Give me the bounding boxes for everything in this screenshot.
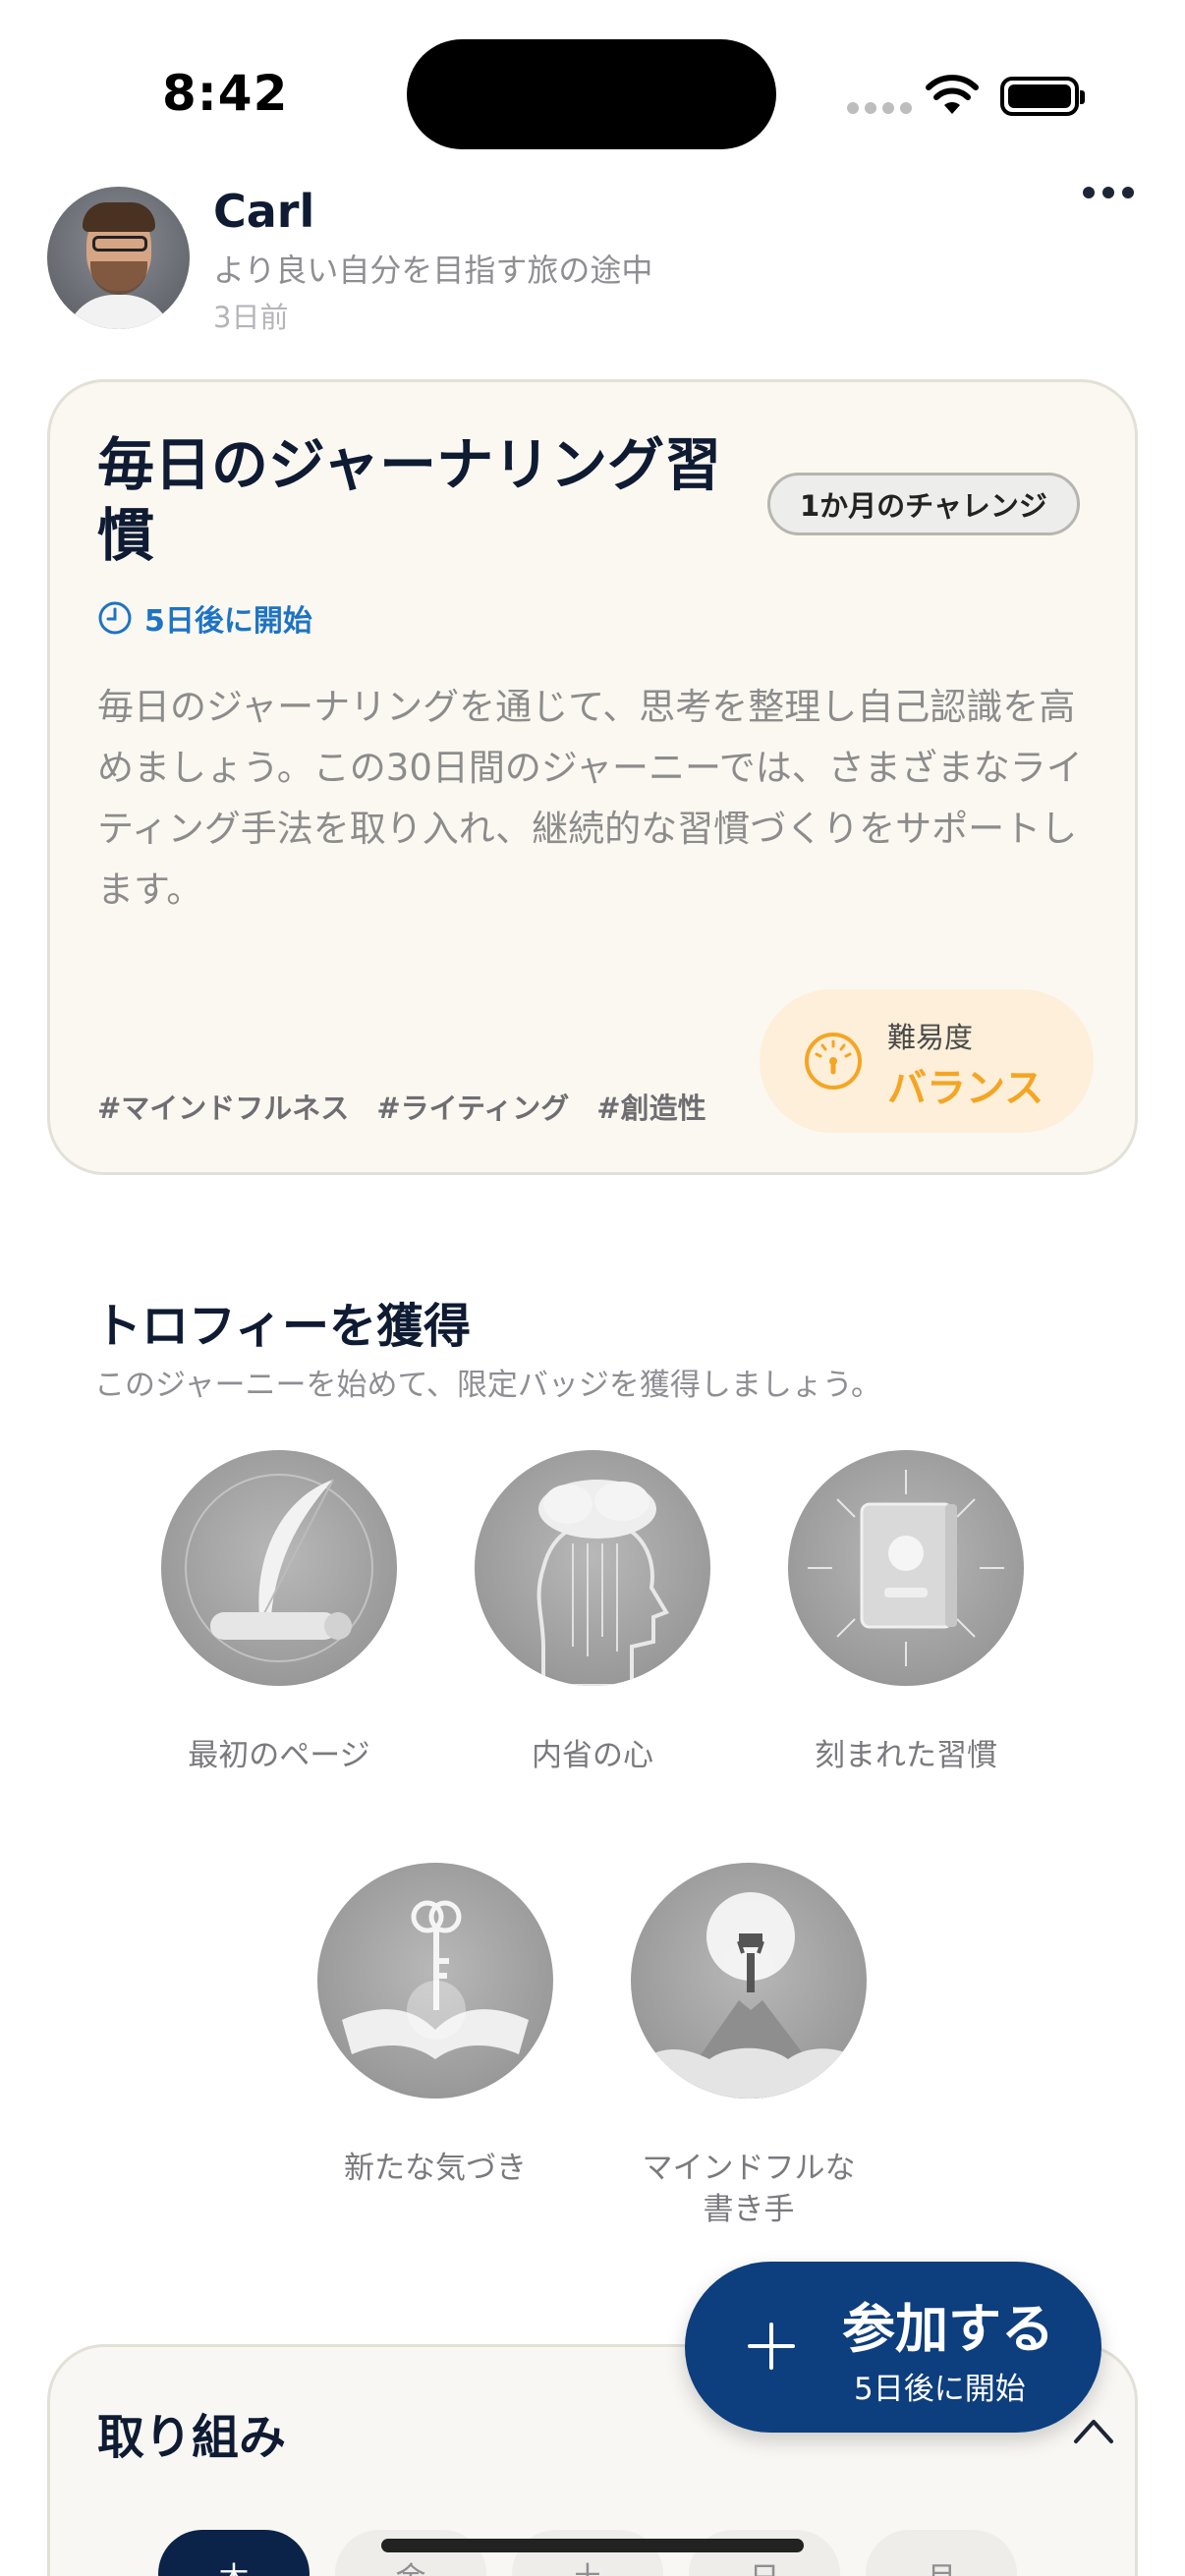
day-tab[interactable]: 木 <box>158 2530 310 2576</box>
day-tab[interactable]: 日 <box>689 2530 840 2576</box>
trophy-item[interactable]: 刻まれた習慣 <box>788 1450 1024 1776</box>
avatar[interactable] <box>47 187 190 329</box>
challenge-description: 毎日のジャーナリングを通じて、思考を整理し自己認識を高めましょう。この30日間の… <box>97 686 1083 911</box>
home-indicator[interactable] <box>381 2539 804 2552</box>
challenge-card: 毎日のジャーナリング習慣 1か月のチャレンジ 5日後に開始 毎日のジャーナリング… <box>47 379 1138 1175</box>
trophy-item[interactable]: 最初のページ <box>161 1450 397 1776</box>
day-tab[interactable]: 月 <box>866 2530 1017 2576</box>
trophy-item[interactable]: 内省の心 <box>475 1450 710 1776</box>
journal-book-icon <box>788 1450 1024 1686</box>
status-bar: 8:42 <box>0 0 1185 167</box>
more-options-icon[interactable] <box>1083 183 1138 202</box>
cellular-signal-icon <box>847 102 912 114</box>
trophy-label: マインドフルな書き手 <box>642 2151 856 2227</box>
chevron-up-icon[interactable] <box>1072 2416 1115 2445</box>
trophy-label: 内省の心 <box>532 1738 653 1773</box>
plus-icon <box>748 2323 795 2370</box>
feather-quill-icon <box>161 1450 397 1686</box>
tag[interactable]: #マインドフルネス <box>97 1086 349 1127</box>
user-tagline: より良い自分を目指す旅の途中 <box>213 252 653 289</box>
trophy-item[interactable]: マインドフルな書き手 <box>631 1863 867 2230</box>
difficulty-value: バランス <box>887 1066 1044 1111</box>
open-book-key-icon <box>317 1863 553 2099</box>
tag-list: #マインドフルネス #ライティング #創造性 <box>97 1086 706 1127</box>
trophy-item[interactable]: 新たな気づき <box>317 1863 553 2189</box>
trophy-label: 刻まれた習慣 <box>815 1738 997 1773</box>
difficulty-label: 難易度 <box>887 1021 974 1054</box>
duration-chip: 1か月のチャレンジ <box>767 473 1080 535</box>
difficulty-badge: 難易度 バランス <box>760 989 1094 1133</box>
day-tab[interactable]: 金 <box>335 2530 486 2576</box>
trophy-label: 新たな気づき <box>344 2151 527 2186</box>
trophy-label: 最初のページ <box>188 1738 370 1773</box>
battery-icon <box>1000 77 1085 116</box>
tag[interactable]: #創造性 <box>596 1086 705 1127</box>
dynamic-island <box>407 39 776 149</box>
day-tab[interactable]: 土 <box>512 2530 663 2576</box>
user-name[interactable]: Carl <box>213 185 314 238</box>
mind-head-icon <box>475 1450 710 1686</box>
summit-figure-icon <box>631 1863 867 2099</box>
status-time: 8:42 <box>162 65 289 122</box>
challenge-title: 毎日のジャーナリング習慣 <box>97 431 722 569</box>
join-label: 参加する <box>842 2298 1054 2360</box>
join-sublabel: 5日後に開始 <box>854 2372 1026 2407</box>
join-button[interactable]: 参加する 5日後に開始 <box>685 2262 1101 2433</box>
start-info: 5日後に開始 <box>97 596 312 640</box>
clock-icon <box>98 601 132 635</box>
post-time: 3日前 <box>213 301 289 334</box>
actions-title: 取り組み <box>97 2410 287 2465</box>
start-text: 5日後に開始 <box>144 604 312 639</box>
trophies-title: トロフィーを獲得 <box>94 1299 472 1354</box>
gauge-icon <box>805 1033 862 1090</box>
trophies-subtitle: このジャーニーを始めて、限定バッジを獲得しましょう。 <box>94 1368 882 1403</box>
tag[interactable]: #ライティング <box>376 1086 569 1127</box>
wifi-icon <box>926 75 979 114</box>
